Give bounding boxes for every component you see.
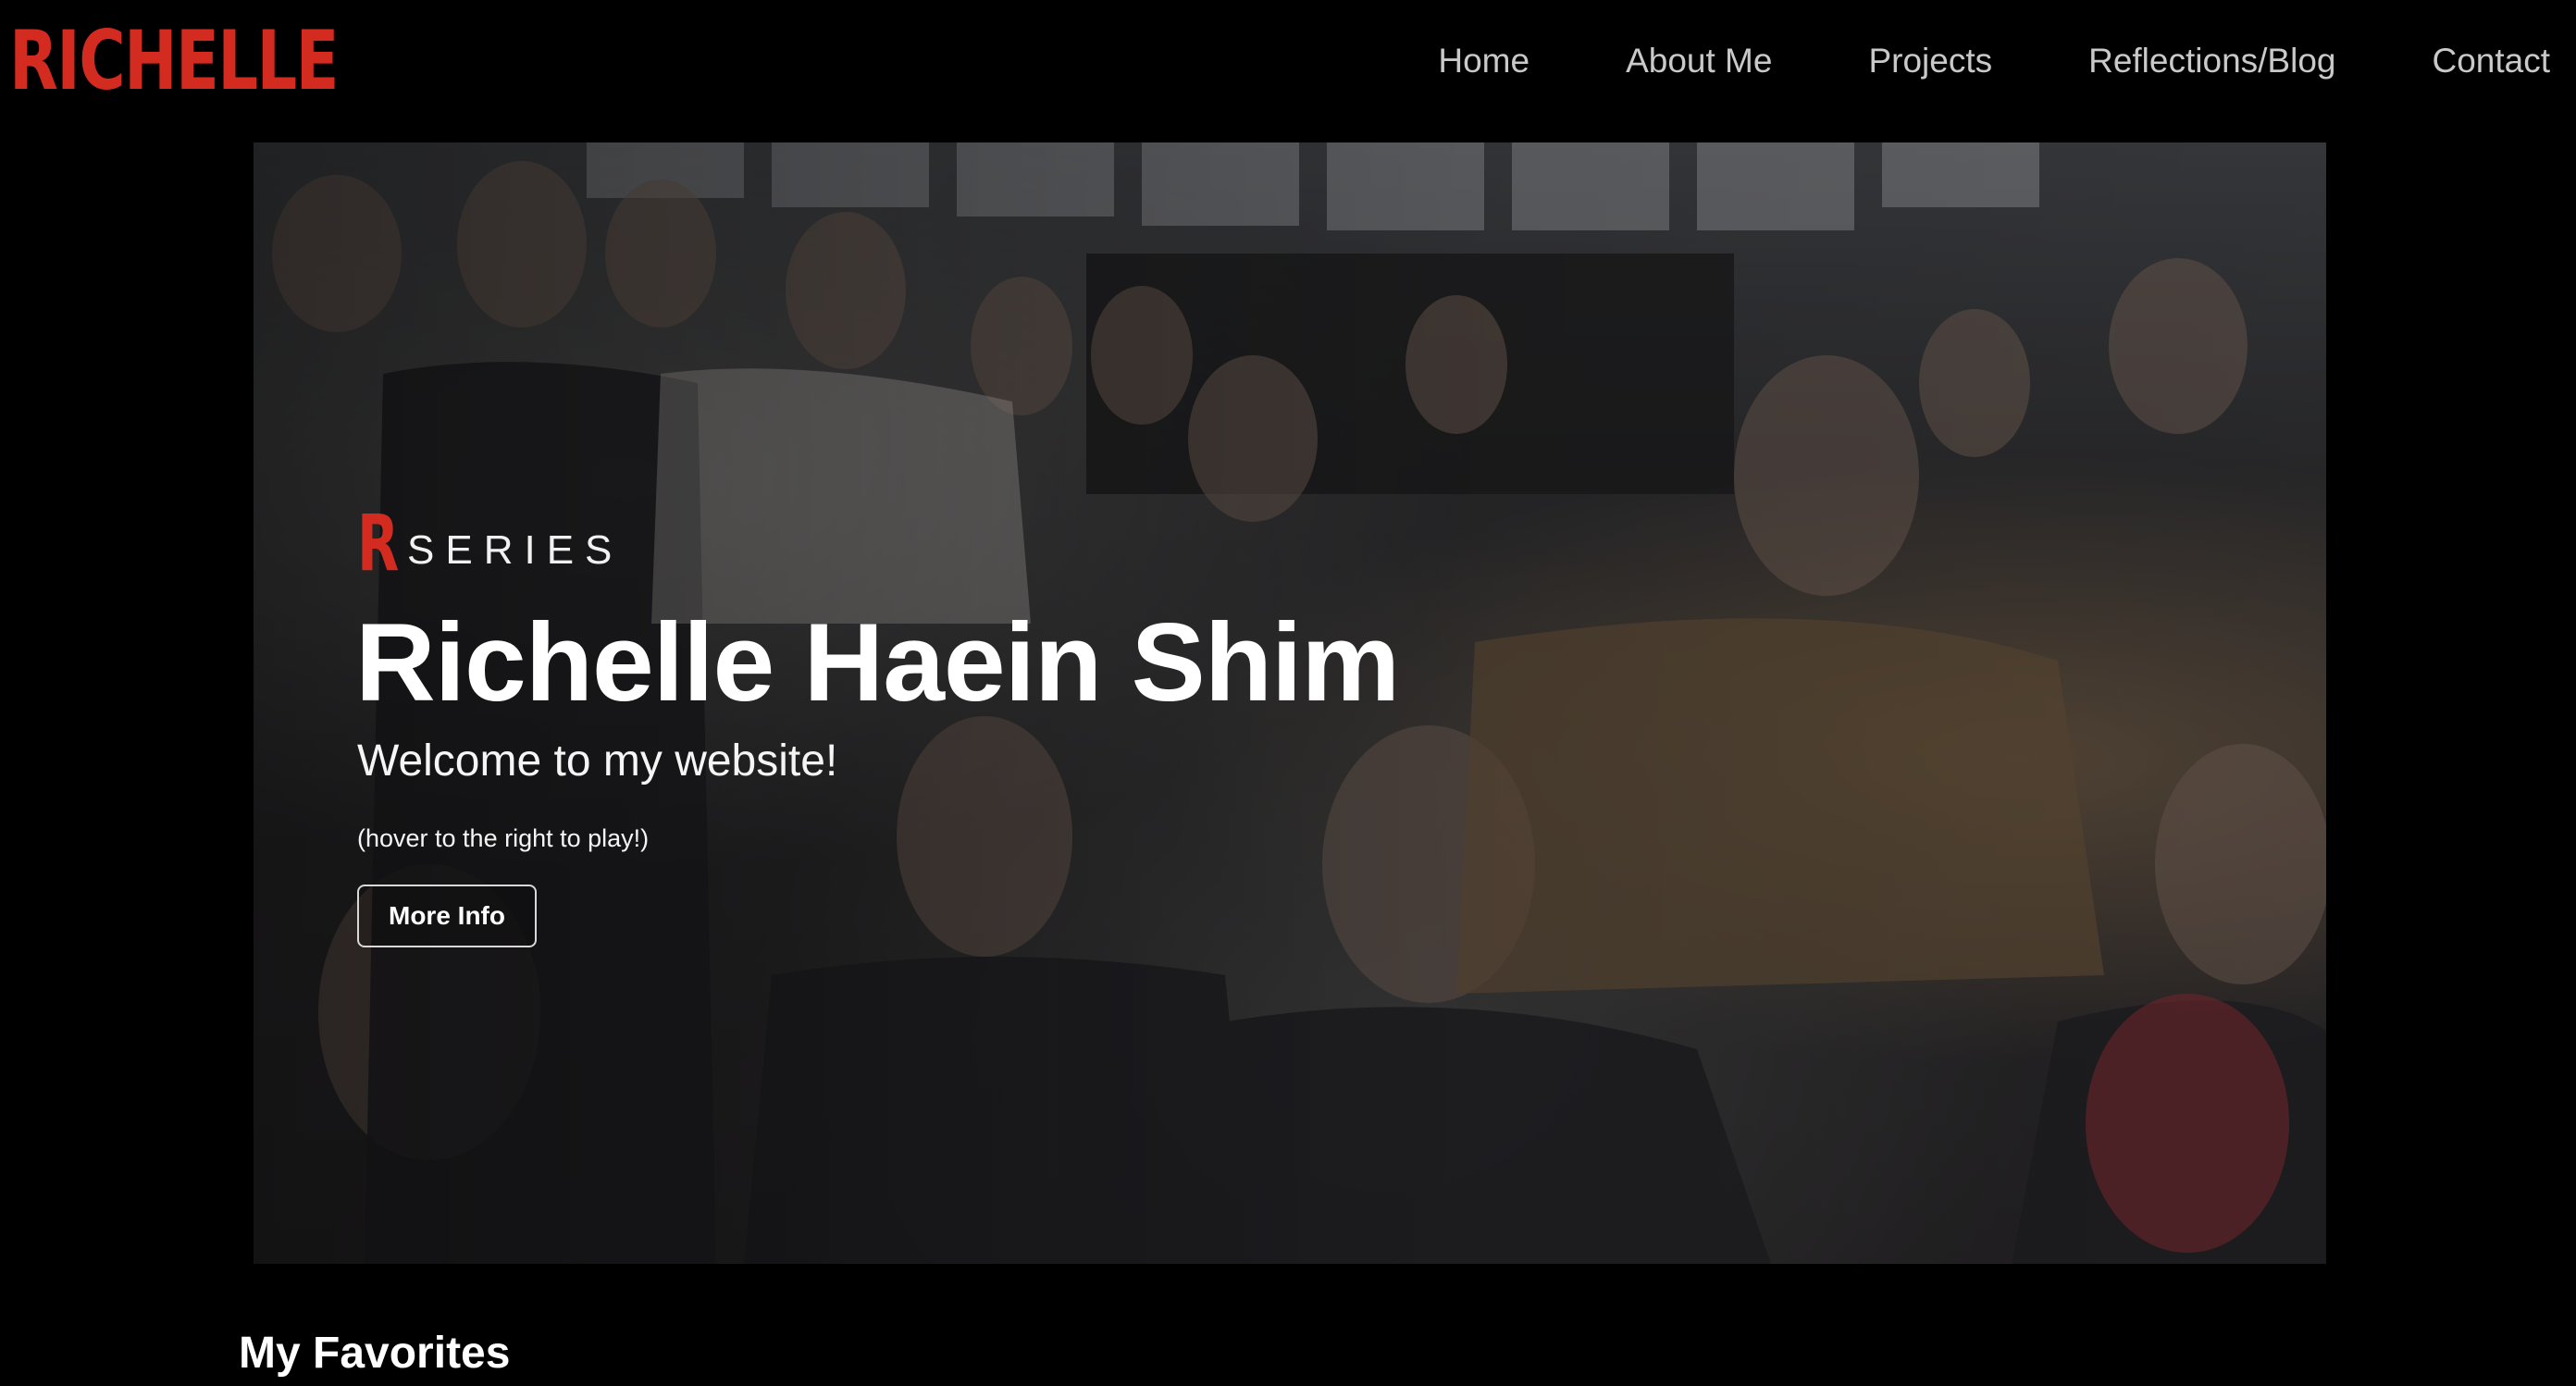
series-label: R SERIES	[357, 498, 624, 588]
main-nav: Home About Me Projects Reflections/Blog …	[1438, 41, 2550, 81]
nav-contact[interactable]: Contact	[2432, 41, 2550, 81]
nav-reflections-blog[interactable]: Reflections/Blog	[2088, 41, 2335, 81]
hero-title: Richelle Haein Shim	[355, 600, 1400, 724]
site-header: RICHELLE Home About Me Projects Reflecti…	[0, 0, 2576, 139]
more-info-button[interactable]: More Info	[357, 885, 537, 947]
series-word: SERIES	[407, 527, 624, 574]
nav-projects[interactable]: Projects	[1868, 41, 1992, 81]
nav-about-me[interactable]: About Me	[1626, 41, 1772, 81]
favorites-section-title: My Favorites	[239, 1329, 511, 1378]
series-logo-letter: R	[357, 498, 400, 588]
nav-home[interactable]: Home	[1438, 41, 1530, 81]
hero-banner[interactable]: R SERIES Richelle Haein Shim Welcome to …	[254, 142, 2326, 1264]
hero-hint: (hover to the right to play!)	[357, 824, 650, 852]
site-logo[interactable]: RICHELLE	[9, 20, 340, 102]
hero-subtitle: Welcome to my website!	[357, 736, 838, 786]
page: RICHELLE Home About Me Projects Reflecti…	[0, 0, 2576, 1386]
